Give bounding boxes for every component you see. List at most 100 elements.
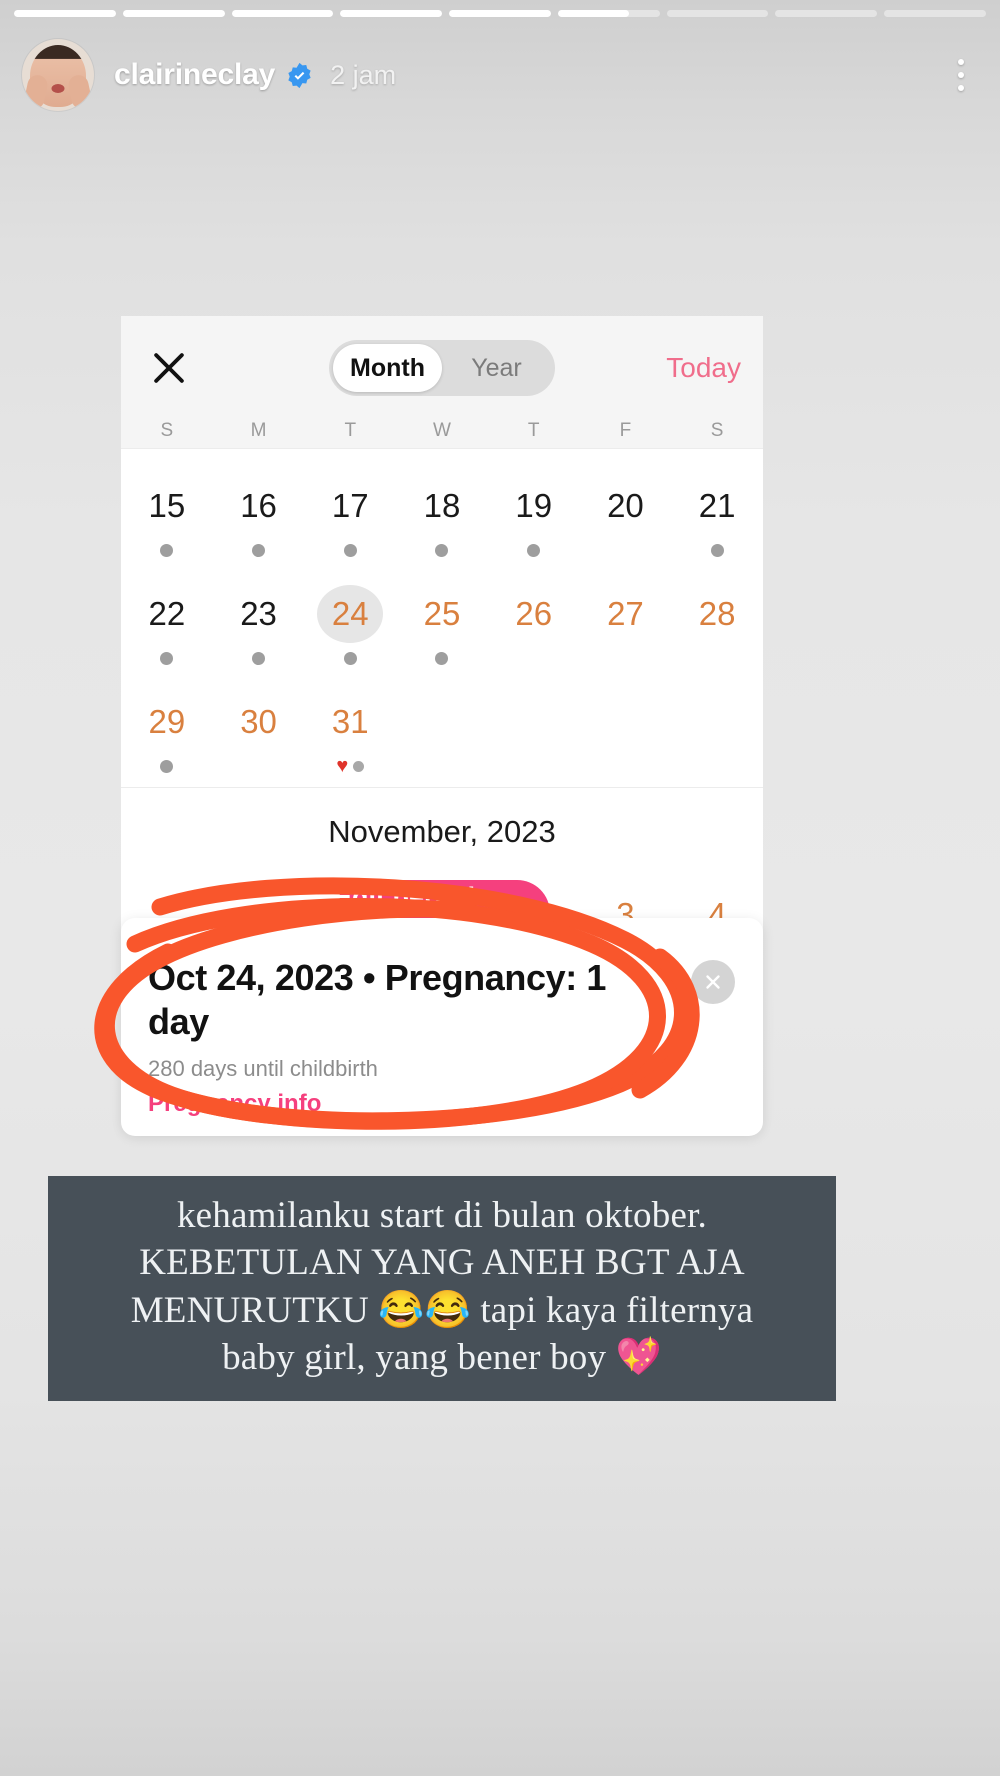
calendar-day-cell[interactable]: 26: [488, 571, 580, 679]
calendar-day-cell[interactable]: 31 ♥: [304, 679, 396, 787]
story-header: clairineclay 2 jam: [0, 32, 1000, 118]
more-options-icon[interactable]: [944, 53, 978, 97]
calendar-day-cell[interactable]: 17: [304, 463, 396, 571]
calendar-day-number: 25: [423, 595, 461, 632]
calendar-week-row: 15 16 17 18 19 20 21: [121, 463, 763, 571]
day-dot-icon: [527, 543, 541, 557]
caption-text: kehamilanku start di bulan oktober. KEBE…: [130, 1195, 754, 1379]
today-button[interactable]: Today: [666, 352, 741, 384]
segment-year[interactable]: Year: [442, 344, 551, 392]
day-dot-icon: [160, 759, 174, 773]
day-dot-icon: [252, 651, 266, 665]
weekday-label: W: [433, 420, 451, 441]
calendar-week-row: 29 30 31 ♥: [121, 679, 763, 787]
caption-box: kehamilanku start di bulan oktober. KEBE…: [48, 1176, 836, 1402]
day-dot-icon: [435, 543, 449, 557]
calendar-day-cell[interactable]: 29: [121, 679, 213, 787]
day-markers: ♥: [336, 755, 365, 777]
weekday-label: S: [710, 420, 724, 441]
calendar-screenshot: Month Year Today S M T W T F S 15 16 17 18 19 20 21 2…: [121, 316, 763, 982]
calendar-day-number: 22: [148, 595, 186, 632]
verified-badge-icon: [286, 62, 313, 89]
calendar-week-row: 22 23 24 25 26 27 28: [121, 571, 763, 679]
calendar-day-number: 21: [698, 487, 736, 524]
calendar-day-number: 27: [607, 595, 644, 632]
calendar-day-cell[interactable]: 30: [213, 679, 305, 787]
calendar-day-number: 17: [331, 487, 369, 524]
calendar-empty-cell: [580, 679, 672, 787]
progress-segment[interactable]: [884, 10, 987, 17]
calendar-toolbar: Month Year Today: [121, 316, 763, 420]
progress-segment[interactable]: [449, 10, 551, 17]
calendar-day-number: 24: [317, 585, 384, 643]
username-label[interactable]: clairineclay: [114, 58, 275, 92]
story-timestamp: 2 jam: [330, 59, 397, 90]
pregnancy-title: Oct 24, 2023 • Pregnancy: 1 day: [148, 957, 607, 1042]
day-markers: [160, 541, 174, 559]
day-dot-icon: [435, 651, 449, 665]
calendar-day-number: 20: [607, 487, 644, 524]
calendar-day-cell[interactable]: 21: [671, 463, 763, 571]
calendar-day-number: 30: [240, 703, 277, 740]
calendar-day-cell[interactable]: 18: [396, 463, 488, 571]
calendar-day-cell[interactable]: 22: [121, 571, 213, 679]
day-markers: [435, 649, 449, 667]
progress-segment[interactable]: [14, 10, 116, 17]
heart-icon: ♥: [336, 755, 349, 777]
calendar-day-number: 19: [515, 487, 553, 524]
segment-month[interactable]: Month: [333, 344, 442, 392]
progress-segment[interactable]: [340, 10, 443, 17]
calendar-day-number: 26: [515, 595, 553, 632]
calendar-day-cell[interactable]: 25: [396, 571, 488, 679]
calendar-day-number: 28: [698, 595, 736, 632]
day-markers: [252, 649, 266, 667]
pregnancy-subtitle: 280 days until childbirth: [148, 1055, 378, 1081]
day-dot-icon: [160, 543, 174, 557]
calendar-day-number: 31: [331, 703, 369, 740]
calendar-day-cell[interactable]: 19: [488, 463, 580, 571]
user-avatar[interactable]: [22, 39, 94, 111]
calendar-empty-cell: [671, 679, 763, 787]
weekday-label: T: [527, 420, 540, 441]
calendar-day-cell[interactable]: 28: [671, 571, 763, 679]
weekday-label: F: [619, 420, 632, 441]
day-markers: [435, 541, 449, 559]
close-x-icon[interactable]: [143, 342, 195, 394]
story-progress-bars[interactable]: [14, 10, 987, 17]
progress-segment[interactable]: [775, 10, 878, 17]
day-markers: [160, 757, 174, 775]
calendar-day-number: 18: [423, 487, 461, 524]
calendar-empty-cell: [396, 679, 488, 787]
day-markers: [343, 649, 357, 667]
progress-segment[interactable]: [666, 10, 769, 17]
progress-segment[interactable]: [231, 10, 334, 17]
month-divider-label: November, 2023: [121, 787, 763, 872]
pregnancy-info-card: Oct 24, 2023 • Pregnancy: 1 day 280 days…: [121, 918, 763, 1136]
calendar-day-cell[interactable]: 27: [580, 571, 672, 679]
day-dot-icon: [160, 651, 174, 665]
calendar-day-cell[interactable]: 24: [304, 571, 396, 679]
day-dot-icon: [343, 543, 357, 557]
calendar-day-number: 16: [240, 487, 277, 524]
calendar-day-cell[interactable]: 16: [213, 463, 305, 571]
calendar-empty-cell: [488, 679, 580, 787]
month-year-segmented-control[interactable]: Month Year: [329, 340, 555, 396]
progress-segment[interactable]: [557, 10, 660, 17]
close-card-icon[interactable]: [691, 960, 735, 1004]
calendar-day-cell[interactable]: 23: [213, 571, 305, 679]
weekday-label: M: [250, 420, 267, 441]
weekday-label: T: [344, 420, 357, 441]
calendar-day-number: 29: [148, 703, 186, 740]
day-markers: [160, 649, 174, 667]
calendar-day-number: 15: [148, 487, 186, 524]
weekday-header-row: SMTWTFS: [121, 420, 763, 448]
calendar-day-number: 23: [240, 595, 277, 632]
pregnancy-info-link[interactable]: Pregnancy info: [148, 1090, 729, 1118]
calendar-day-cell[interactable]: 20: [580, 463, 672, 571]
day-dot-icon: [343, 651, 357, 665]
weekday-label: S: [160, 420, 174, 441]
day-markers: [343, 541, 357, 559]
day-markers: [527, 541, 541, 559]
progress-segment[interactable]: [122, 10, 225, 17]
calendar-day-cell[interactable]: 15: [121, 463, 213, 571]
